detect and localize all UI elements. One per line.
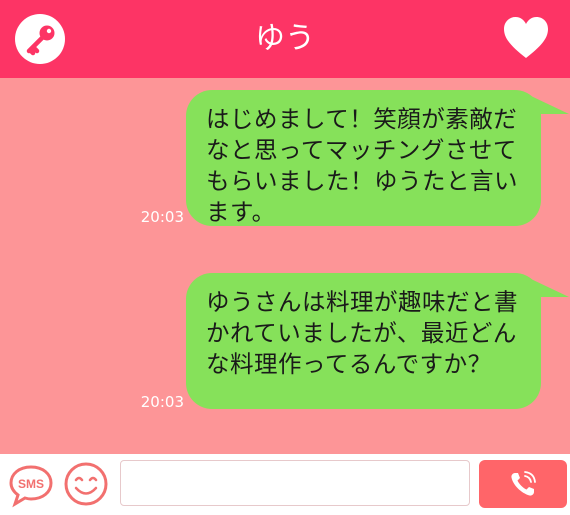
sms-button[interactable]: SMS xyxy=(8,462,54,508)
message-bubble: ゆうさんは料理が趣味だと書かれていましたが、最近どんな料理作ってるんですか？ xyxy=(186,273,541,409)
sms-label: SMS xyxy=(18,477,44,491)
chat-partner-name: ゆう xyxy=(255,21,315,56)
call-button[interactable] xyxy=(479,460,567,508)
phone-icon xyxy=(511,471,536,496)
message-input[interactable] xyxy=(120,460,470,506)
smiley-icon xyxy=(64,462,108,506)
message-bubble: はじめまして！笑顔が素敵だなと思ってマッチングさせてもらいました！ゆうたと言いま… xyxy=(186,90,541,226)
message-timestamp: 20:03 xyxy=(140,393,184,411)
message-timestamp: 20:03 xyxy=(140,208,184,226)
heart-icon[interactable] xyxy=(502,16,550,60)
sms-icon: SMS xyxy=(9,465,53,508)
header-bar: ゆう xyxy=(0,0,570,78)
emoji-button[interactable] xyxy=(63,461,109,507)
